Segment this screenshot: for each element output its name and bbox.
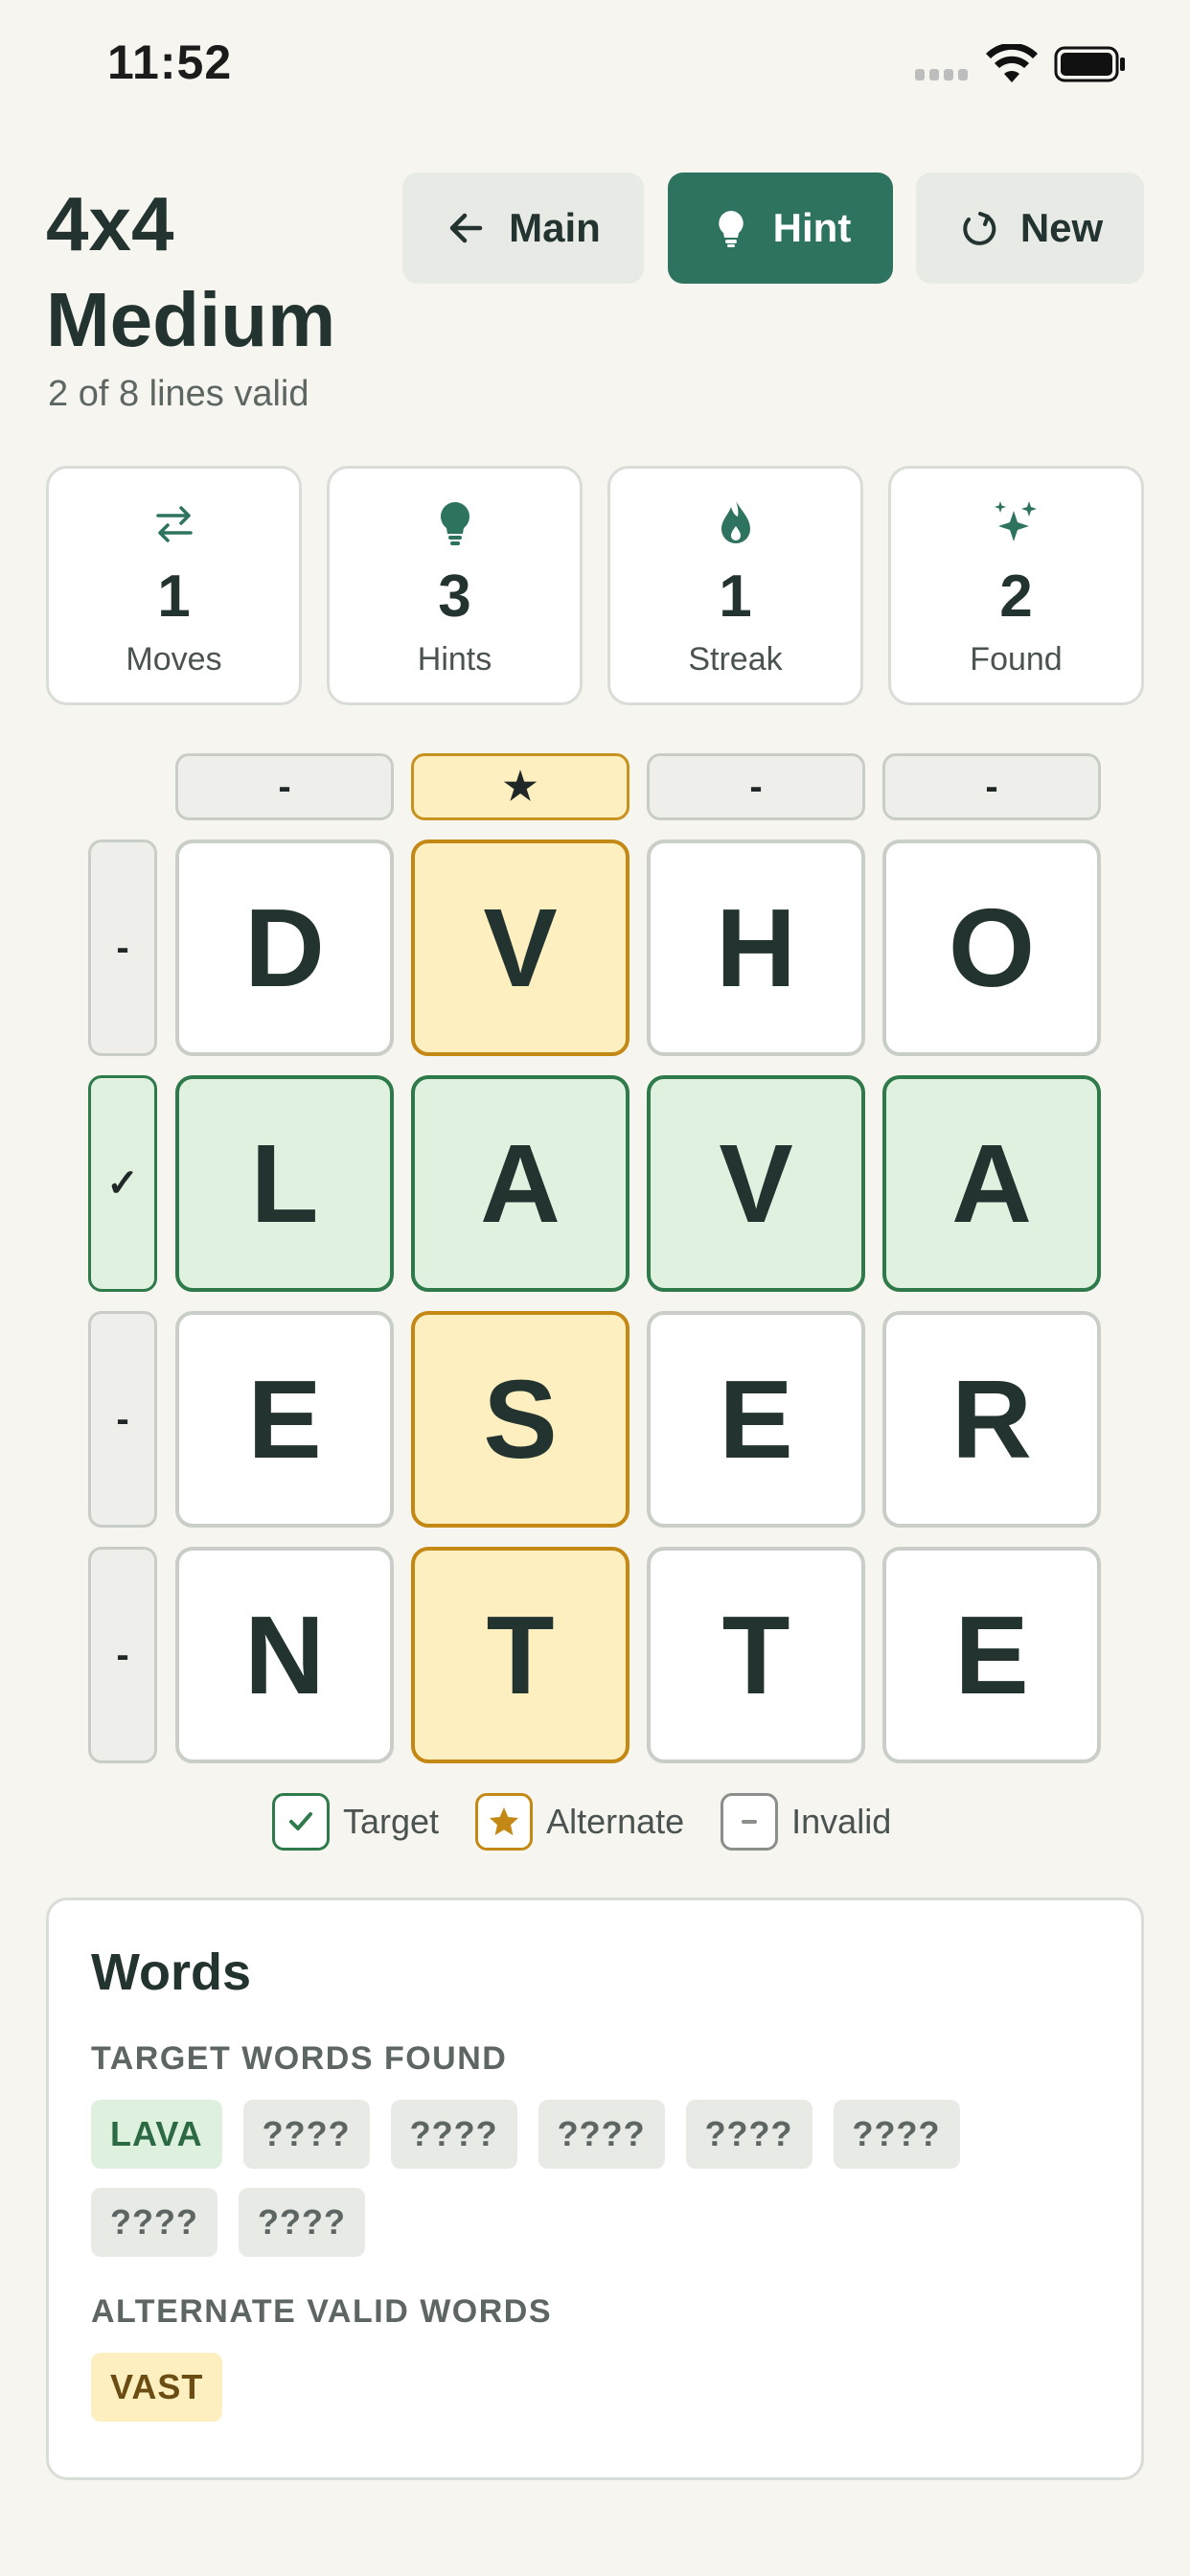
moves-label: Moves [126, 641, 222, 678]
letter-tile[interactable]: A [411, 1075, 629, 1292]
letter-tile[interactable]: R [882, 1311, 1101, 1528]
letter-tile[interactable]: E [175, 1311, 394, 1528]
hint-button-label: Hint [772, 205, 852, 250]
game-screen: 11:52 4x4 Medium 2 of 8 lines valid Main [0, 0, 1190, 2576]
arrow-left-icon [449, 213, 483, 243]
word-chip-hidden: ???? [685, 2100, 812, 2169]
battery-icon [1054, 46, 1125, 82]
lines-valid-status: 2 of 8 lines valid [48, 374, 309, 414]
words-panel: Words TARGET WORDS FOUND LAVA ???? ???? … [46, 1898, 1144, 2480]
row-indicator-3: - [88, 1311, 157, 1528]
wifi-icon [986, 44, 1038, 82]
hint-button[interactable]: Hint [668, 172, 893, 284]
legend-alternate-label: Alternate [546, 1802, 685, 1841]
sparkles-icon [994, 501, 1037, 541]
word-chip-hidden: ???? [238, 2188, 365, 2257]
lightbulb-icon [440, 502, 469, 545]
hints-value: 3 [438, 564, 471, 630]
status-bar: 11:52 [0, 0, 1190, 134]
legend-target: Target [272, 1793, 439, 1851]
stats-row: 1 Moves 3 Hints 1 Streak 2 Found [46, 466, 1144, 705]
swap-arrows-icon [155, 506, 193, 542]
column-indicator-2: ★ [411, 753, 629, 820]
legend-target-label: Target [343, 1802, 440, 1841]
main-button-label: Main [509, 205, 601, 250]
letter-tile[interactable]: V [647, 1075, 865, 1292]
legend-invalid-label: Invalid [791, 1802, 892, 1841]
minus-icon [721, 1793, 779, 1851]
word-chip-hidden: ???? [91, 2188, 217, 2257]
found-label: Found [970, 641, 1063, 678]
refresh-icon [963, 212, 996, 245]
tile-legend: Target Alternate Invalid [272, 1790, 927, 1853]
flame-icon [721, 501, 750, 543]
word-chip-found: LAVA [91, 2100, 222, 2169]
words-title: Words [91, 1944, 252, 2001]
new-game-button[interactable]: New [916, 172, 1144, 284]
row-indicator-2: ✓ [88, 1075, 157, 1292]
stat-card-hints: 3 Hints [327, 466, 583, 705]
letter-tile[interactable]: D [175, 840, 394, 1056]
title-difficulty: Medium [46, 277, 336, 362]
letter-tile[interactable]: N [175, 1547, 394, 1763]
word-chip-hidden: ???? [242, 2100, 370, 2169]
stat-card-streak: 1 Streak [607, 466, 863, 705]
new-button-label: New [1019, 205, 1104, 250]
letter-tile[interactable]: O [882, 840, 1101, 1056]
found-value: 2 [999, 564, 1033, 630]
title-grid-size: 4x4 [46, 181, 174, 266]
target-words-label: TARGET WORDS FOUND [91, 2040, 508, 2077]
letter-tile[interactable]: V [411, 840, 629, 1056]
letter-tile[interactable]: T [411, 1547, 629, 1763]
legend-invalid: Invalid [721, 1793, 891, 1851]
row-indicator-1: - [88, 840, 157, 1056]
column-indicator-3: - [647, 753, 865, 820]
letter-tile[interactable]: E [882, 1547, 1101, 1763]
word-chip-alternate: VAST [91, 2353, 223, 2422]
main-button[interactable]: Main [402, 172, 644, 284]
page-title: 4x4 Medium [46, 176, 335, 368]
cellular-signal-icon [915, 69, 968, 80]
checkmark-icon [272, 1793, 330, 1851]
stat-card-found: 2 Found [888, 466, 1144, 705]
column-indicator-1: - [175, 753, 394, 820]
letter-tile[interactable]: E [647, 1311, 865, 1528]
moves-value: 1 [157, 564, 191, 630]
word-chip-hidden: ???? [833, 2100, 960, 2169]
letter-tile[interactable]: S [411, 1311, 629, 1528]
lightbulb-icon [718, 211, 744, 247]
letter-tile[interactable]: L [175, 1075, 394, 1292]
streak-value: 1 [719, 564, 752, 630]
alternate-words-list: VAST [91, 2353, 1107, 2422]
target-words-list: LAVA ???? ???? ???? ???? ???? ???? ???? [91, 2100, 1107, 2257]
streak-label: Streak [688, 641, 783, 678]
word-chip-hidden: ???? [538, 2100, 665, 2169]
word-chip-hidden: ???? [390, 2100, 517, 2169]
stat-card-moves: 1 Moves [46, 466, 302, 705]
row-indicator-4: - [88, 1547, 157, 1763]
alternate-words-label: ALTERNATE VALID WORDS [91, 2293, 553, 2330]
star-icon [475, 1793, 534, 1851]
letter-tile[interactable]: A [882, 1075, 1101, 1292]
hints-label: Hints [417, 641, 492, 678]
legend-alternate: Alternate [475, 1793, 684, 1851]
letter-tile[interactable]: H [647, 840, 865, 1056]
status-time: 11:52 [107, 35, 233, 89]
column-indicator-4: - [882, 753, 1101, 820]
letter-tile[interactable]: T [647, 1547, 865, 1763]
